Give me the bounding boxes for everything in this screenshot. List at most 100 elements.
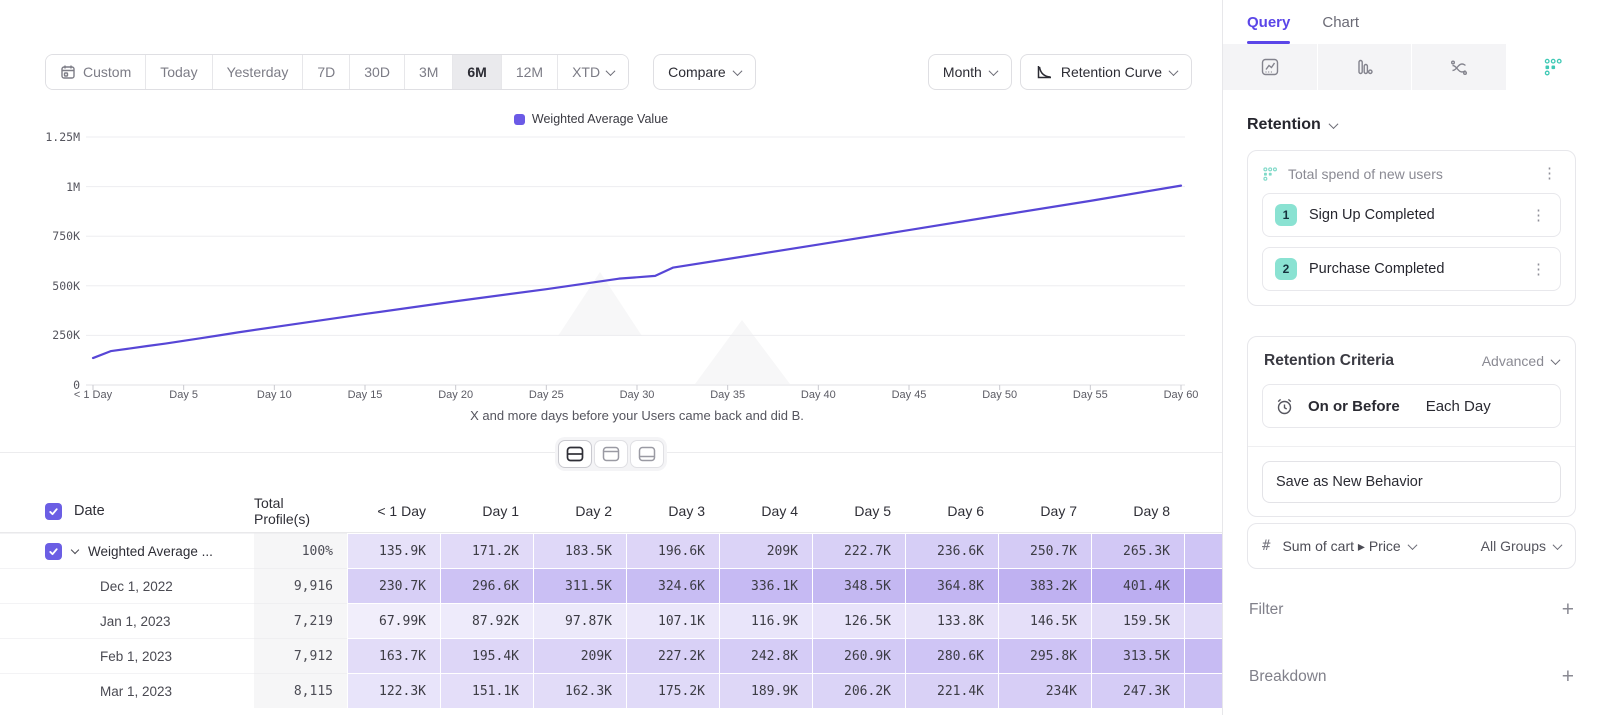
range-today[interactable]: Today [145, 55, 211, 89]
retention-value-cell[interactable]: 195.4K [440, 638, 533, 673]
table-row-label[interactable]: Dec 1, 2022 [0, 568, 254, 603]
table-only-toggle[interactable] [630, 440, 664, 468]
chart-view-dropdown[interactable]: Retention Curve [1020, 54, 1192, 90]
alarm-clock-icon [1275, 397, 1294, 416]
range-yesterday[interactable]: Yesterday [212, 55, 303, 89]
retention-value-cell[interactable]: 296.6K [440, 568, 533, 603]
retention-table: DateTotal Profile(s)< 1 DayDay 1Day 2Day… [0, 490, 1222, 708]
retention-value-cell[interactable]: 97.87K [533, 603, 626, 638]
behavior-step-2[interactable]: 2 Purchase Completed ⋮ [1262, 247, 1561, 291]
retention-value-cell[interactable]: 401.4K [1091, 568, 1184, 603]
retention-value-cell[interactable]: 236.6K [905, 533, 998, 568]
retention-value-cell[interactable]: 146.5K [998, 603, 1091, 638]
retention-value-cell[interactable]: 227.2K [626, 638, 719, 673]
table-row-label[interactable]: Feb 1, 2023 [0, 638, 254, 673]
save-as-new-behavior-button[interactable]: Save as New Behavior [1262, 461, 1561, 503]
retention-value-cell[interactable]: 348.5K [812, 568, 905, 603]
behavior-step-1[interactable]: 1 Sign Up Completed ⋮ [1262, 193, 1561, 237]
retention-value-cell[interactable]: 107.1K [626, 603, 719, 638]
retention-value-cell[interactable]: 311.5K [533, 568, 626, 603]
range-30d[interactable]: 30D [349, 55, 404, 89]
split-view-toggle[interactable] [558, 440, 592, 468]
retention-value-cell[interactable]: 126.5K [812, 603, 905, 638]
retention-section-header[interactable]: Retention [1247, 116, 1576, 134]
select-all-checkbox[interactable] [45, 503, 62, 520]
retention-value-cell[interactable]: 221.4K [905, 673, 998, 708]
compare-button[interactable]: Compare [653, 54, 756, 90]
overflow-value-cell[interactable] [1184, 603, 1222, 638]
insights-chart-type-tab[interactable] [1223, 44, 1317, 90]
table-row-label[interactable]: Jan 1, 2023 [0, 603, 254, 638]
chevron-down-icon [732, 66, 742, 76]
advanced-dropdown[interactable]: Advanced [1482, 353, 1559, 369]
tab-query[interactable]: Query [1247, 0, 1290, 44]
range-6m-selected[interactable]: 6M [452, 55, 500, 89]
chart-type-tabs [1223, 44, 1600, 90]
retention-value-cell[interactable]: 87.92K [440, 603, 533, 638]
retention-value-cell[interactable]: 234K [998, 673, 1091, 708]
retention-value-cell[interactable]: 183.5K [533, 533, 626, 568]
line-chart-canvas[interactable] [0, 90, 1222, 437]
overflow-value-cell[interactable] [1184, 638, 1222, 673]
kebab-menu-icon[interactable]: ⋮ [1527, 206, 1550, 225]
funnels-chart-type-tab[interactable] [1317, 44, 1412, 90]
add-filter-button[interactable]: + [1562, 599, 1574, 620]
groups-dropdown[interactable]: All Groups [1481, 538, 1561, 554]
retention-value-cell[interactable]: 280.6K [905, 638, 998, 673]
retention-value-cell[interactable]: 242.8K [719, 638, 812, 673]
retention-value-cell[interactable]: 324.6K [626, 568, 719, 603]
table-row-label[interactable]: Mar 1, 2023 [0, 673, 254, 708]
retention-value-cell[interactable]: 222.7K [812, 533, 905, 568]
chart-only-toggle[interactable] [594, 440, 628, 468]
chevron-down-icon [1328, 119, 1338, 129]
range-xtd[interactable]: XTD [557, 55, 628, 89]
measure-property-row[interactable]: # Sum of cart ▸ Price All Groups [1247, 523, 1576, 569]
overflow-value-cell[interactable] [1184, 568, 1222, 603]
kebab-menu-icon[interactable]: ⋮ [1527, 260, 1550, 279]
retention-value-cell[interactable]: 265.3K [1091, 533, 1184, 568]
retention-value-cell[interactable]: 196.6K [626, 533, 719, 568]
retention-value-cell[interactable]: 383.2K [998, 568, 1091, 603]
retention-value-cell[interactable]: 206.2K [812, 673, 905, 708]
retention-value-cell[interactable]: 260.9K [812, 638, 905, 673]
retention-value-cell[interactable]: 116.9K [719, 603, 812, 638]
app-root: Custom Today Yesterday 7D 30D 3M 6M 12M … [0, 0, 1600, 715]
retention-value-cell[interactable]: 133.8K [905, 603, 998, 638]
retention-value-cell[interactable]: 209K [719, 533, 812, 568]
property-dropdown[interactable]: Sum of cart ▸ Price [1282, 538, 1468, 555]
retention-value-cell[interactable]: 151.1K [440, 673, 533, 708]
chevron-down-icon[interactable] [71, 545, 79, 553]
retention-timing-row[interactable]: On or Before Each Day [1262, 384, 1561, 428]
table-row-label[interactable]: Weighted Average ... [0, 533, 254, 568]
retention-value-cell[interactable]: 209K [533, 638, 626, 673]
tab-chart[interactable]: Chart [1322, 0, 1359, 44]
overflow-value-cell[interactable] [1184, 673, 1222, 708]
retention-value-cell[interactable]: 250.7K [998, 533, 1091, 568]
kebab-menu-icon[interactable]: ⋮ [1538, 164, 1561, 183]
retention-value-cell[interactable]: 230.7K [347, 568, 440, 603]
range-12m[interactable]: 12M [501, 55, 557, 89]
retention-value-cell[interactable]: 159.5K [1091, 603, 1184, 638]
add-breakdown-button[interactable]: + [1562, 666, 1574, 687]
retention-value-cell[interactable]: 135.9K [347, 533, 440, 568]
retention-value-cell[interactable]: 295.8K [998, 638, 1091, 673]
retention-value-cell[interactable]: 163.7K [347, 638, 440, 673]
retention-value-cell[interactable]: 189.9K [719, 673, 812, 708]
row-checkbox[interactable] [45, 543, 62, 560]
retention-value-cell[interactable]: 247.3K [1091, 673, 1184, 708]
retention-value-cell[interactable]: 364.8K [905, 568, 998, 603]
retention-value-cell[interactable]: 162.3K [533, 673, 626, 708]
overflow-value-cell[interactable] [1184, 533, 1222, 568]
flows-chart-type-tab[interactable] [1411, 44, 1506, 90]
retention-value-cell[interactable]: 122.3K [347, 673, 440, 708]
range-3m[interactable]: 3M [404, 55, 452, 89]
retention-value-cell[interactable]: 175.2K [626, 673, 719, 708]
retention-value-cell[interactable]: 313.5K [1091, 638, 1184, 673]
retention-chart-type-tab-selected[interactable] [1506, 44, 1600, 90]
retention-value-cell[interactable]: 67.99K [347, 603, 440, 638]
retention-value-cell[interactable]: 336.1K [719, 568, 812, 603]
retention-value-cell[interactable]: 171.2K [440, 533, 533, 568]
range-7d[interactable]: 7D [302, 55, 349, 89]
range-custom[interactable]: Custom [46, 55, 145, 89]
granularity-dropdown[interactable]: Month [928, 54, 1012, 90]
